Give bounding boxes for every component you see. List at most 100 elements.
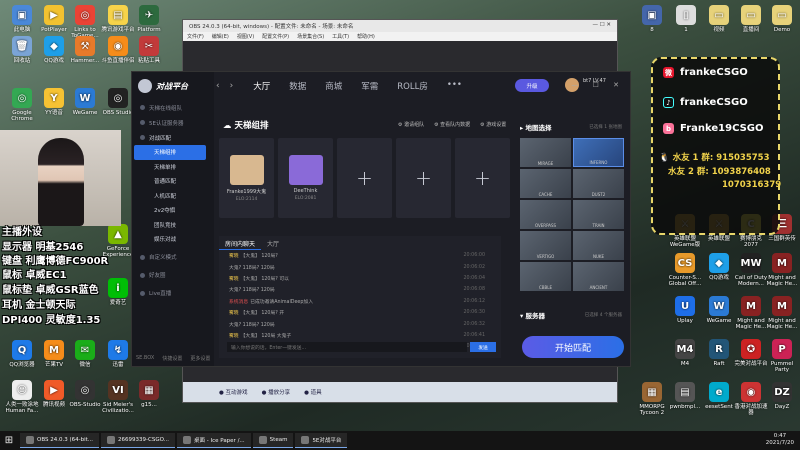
obs-menu-item[interactable]: 视图(V) [237,33,254,40]
sidebar-subitem[interactable]: 普通匹配 [132,174,214,189]
map-tile[interactable]: DUST2 [573,169,624,198]
sidebar-footer-link[interactable]: 快捷设置 [162,355,182,362]
chat-tab[interactable]: 房间内聊天 [219,236,262,250]
system-clock[interactable]: 0:47 2021/7/20 [766,433,794,447]
map-tile[interactable]: OVERPASS [520,200,571,229]
desktop-icon[interactable]: M4 M4 [667,339,703,367]
obs-menu-item[interactable]: 帮助(H) [357,33,375,40]
nav-tab[interactable]: 军需 [361,80,378,92]
client-window-controls[interactable]: — ☐ ✕ [571,81,625,89]
obs-window-controls[interactable]: — ☐ ✕ [592,22,611,30]
nav-tab[interactable]: 大厅 [253,80,270,92]
desktop-icon[interactable]: e eesetSent [701,382,737,410]
sidebar-subitem[interactable]: 人机匹配 [132,189,214,204]
sidebar-item[interactable]: 5E认证服务器 [132,115,214,130]
desktop-icon[interactable]: ⚒ Hammer... [67,36,103,64]
desktop-icon[interactable]: 🗑 回收站 [4,36,40,64]
desktop-icon[interactable]: ▯ 1 [668,5,704,33]
desktop-icon[interactable]: M Might and Magic He... [764,253,800,287]
windows-start-icon[interactable]: ⊞ [0,431,18,450]
map-tile[interactable]: TRAIN [573,200,624,229]
desktop-icon-label: 微信 [79,362,91,368]
map-tile[interactable]: MIRAGE [520,138,571,167]
obs-titlebar[interactable]: OBS 24.0.3 (64-bit, windows) - 配置文件: 未命名… [183,20,617,32]
team-slot[interactable]: + [396,138,451,218]
desktop-icon[interactable]: ▤ pwnbmpl... [667,382,703,410]
team-slot[interactable]: DeeThink ELO:2081 [278,138,333,218]
sidebar-subitem[interactable]: 娱乐对战 [132,232,214,247]
obs-menu-item[interactable]: 配置文件(P) [262,33,289,40]
desktop-icon[interactable]: ☺ 人类一败涂地 Human Fa... [4,380,40,414]
sidebar-item[interactable]: Live直播 [132,286,214,301]
taskbar-button[interactable]: OBS 24.0.3 (64-bit... [20,433,100,448]
desktop-icon[interactable]: ▦ g15... [131,380,167,408]
start-match-button[interactable]: 开始匹配 [522,336,624,358]
desktop-icon[interactable]: W WeGame [701,296,737,324]
team-slot[interactable]: + [337,138,392,218]
sidebar-item[interactable]: 自定义模式 [132,250,214,265]
desktop-icon[interactable]: ▭ Demo [764,5,800,33]
desktop-icon[interactable]: P Pummel Party [764,339,800,373]
sidebar-subitem[interactable]: 天梯组排 [134,145,206,160]
desktop-icon[interactable]: R Raft [701,339,737,367]
desktop-icon[interactable]: ▣ 8 [634,5,670,33]
sidebar-section[interactable]: 对战匹配 [132,130,214,145]
send-button[interactable]: 发送 [470,342,496,352]
sidebar-subitem[interactable]: 天梯单排 [132,160,214,175]
sidebar-subitem[interactable]: 团队竞技 [132,218,214,233]
desktop-icon[interactable]: W WeGame [67,88,103,116]
sidebar-item[interactable]: 天梯在线组队 [132,100,214,115]
team-slot[interactable]: Franke1999大鬼 ELO:2114 [219,138,274,218]
desktop-icon[interactable]: DZ DayZ [764,382,800,410]
panel-link[interactable]: ⚙ 查看队内数据 [434,121,470,128]
back-arrow-icon[interactable]: ‹ [216,81,220,91]
desktop-icon[interactable]: ◆ QQ游戏 [701,253,737,281]
desktop-icon[interactable]: M Might and Magic He... [764,296,800,330]
map-tile[interactable]: NUKE [573,231,624,260]
desktop-icon[interactable]: ◎ Google Chrome [4,88,40,122]
map-tile[interactable]: ANCIENT [573,262,624,291]
desktop-icon[interactable]: ✈ Platform [131,5,167,33]
desktop-icon[interactable]: ◎ OBS-Studio [67,380,103,408]
sidebar-footer-link[interactable]: SE.BOX [136,355,154,362]
taskbar-button[interactable]: 5E对战平台 [295,433,348,448]
desktop-icon[interactable]: Q QQ浏览器 [4,340,40,368]
upgrade-pill-button[interactable]: 升级 [515,79,549,92]
game-client-window[interactable]: 对战平台 天梯在线组队 5E认证服务器 对战匹配 天梯组排 天梯单排 普通匹配 人机匹配 2v… [131,71,631,367]
desktop-icon[interactable]: ▦ MMORPG Tycoon 2 [634,382,670,416]
nav-tab[interactable]: 数据 [289,80,306,92]
sidebar-footer-link[interactable]: 更多设置 [190,355,210,362]
obs-toolbar-item[interactable]: ● 互动游戏 [219,388,248,396]
map-tile[interactable]: INFERNO [573,138,624,167]
desktop-icon[interactable]: ▭ 视频 [701,5,737,33]
obs-menu-item[interactable]: 编辑(E) [212,33,229,40]
obs-toolbar-item[interactable]: ● 播放分享 [262,388,291,396]
obs-menu-item[interactable]: 场景集合(S) [297,33,324,40]
taskbar-button[interactable]: 桌面 - Ice Paper /... [176,433,251,448]
panel-link[interactable]: ⚙ 邀请组队 [398,121,424,128]
obs-menu-item[interactable]: 文件(F) [187,33,204,40]
sidebar-item[interactable]: 好友圈 [132,268,214,283]
obs-menu-item[interactable]: 工具(T) [332,33,349,40]
chat-tab[interactable]: 大厅 [261,236,285,250]
desktop-icon[interactable]: ✂ 粘贴工具 [131,36,167,64]
nav-tab[interactable]: ••• [447,80,462,92]
nav-tab[interactable]: ROLL房 [397,80,428,92]
sidebar-subitem[interactable]: 2v2夺旗 [132,203,214,218]
map-tile[interactable]: CBBLE [520,262,571,291]
obs-toolbar-item[interactable]: ● 道具 [304,388,322,396]
desktop-icon[interactable]: ▣ 此电脑 [4,5,40,33]
nav-tab[interactable]: 商城 [325,80,342,92]
chat-input[interactable]: 输入你想说的话，Enter一键发送... [227,342,467,352]
map-tile[interactable]: VERTIGO [520,231,571,260]
map-tile[interactable]: CACHE [520,169,571,198]
taskbar-button[interactable]: 26699339-CSGO... [101,433,175,448]
forward-arrow-icon[interactable]: › [230,81,234,91]
panel-link[interactable]: ⚙ 游戏设置 [480,121,506,128]
taskbar-button[interactable]: Steam [252,433,294,448]
team-slot[interactable]: + [455,138,510,218]
desktop-icon[interactable]: ◎Links to ToGame... [67,5,103,39]
desktop-icon[interactable]: CS Counter-S... Global Off... [667,253,703,287]
desktop-icon[interactable]: ✉ 微信 [67,340,103,368]
desktop-icon[interactable]: U Uplay [667,296,703,324]
